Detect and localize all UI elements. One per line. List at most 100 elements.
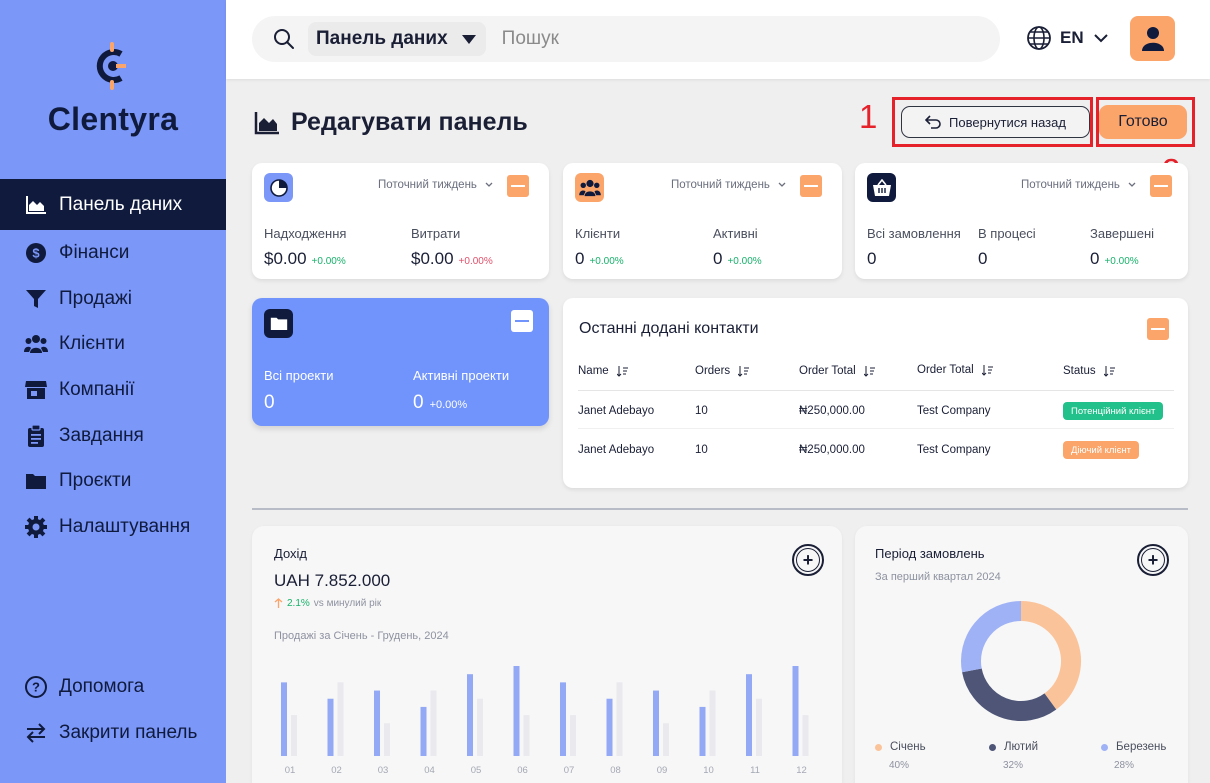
column-header-label: Order Total — [799, 365, 856, 377]
folder-icon — [24, 469, 48, 493]
stat-card-revenue: Поточний тиждень Надходження $0.00 +0.00… — [252, 163, 549, 279]
sidebar-item-label: Клієнти — [59, 333, 125, 355]
metric-change: +0.00% — [727, 256, 762, 267]
legend-item: Березень — [1101, 741, 1166, 753]
sidebar-item-label: Панель даних — [59, 193, 183, 215]
period-dropdown[interactable]: Поточний тиждень — [1021, 179, 1136, 191]
period-dropdown[interactable]: Поточний тиждень — [378, 179, 493, 191]
status-badge: Потенційний клієнт — [1063, 402, 1164, 420]
metric-change: +0.00% — [1104, 256, 1139, 267]
projects-all-value: 0 — [264, 392, 275, 413]
table-divider — [578, 428, 1174, 429]
bar — [616, 682, 623, 756]
sidebar-item-help[interactable]: ? Допомога — [0, 664, 226, 710]
bar — [709, 690, 716, 756]
sort-icon — [1103, 365, 1115, 377]
status-badge: Діючий клієнт — [1063, 441, 1140, 459]
metric-label: Надходження — [264, 226, 347, 241]
funnel-icon — [24, 287, 48, 311]
column-header-order-total[interactable]: Order Total — [799, 365, 876, 377]
remove-widget-button[interactable] — [511, 310, 533, 332]
metric-value: 0 +0.00% — [1090, 249, 1139, 269]
search-input[interactable] — [501, 28, 922, 50]
x-tick-label: 05 — [471, 765, 482, 776]
add-widget-button[interactable]: + — [792, 544, 824, 576]
bar — [699, 706, 706, 756]
add-widget-button[interactable]: + — [1137, 544, 1169, 576]
remove-widget-button[interactable] — [507, 175, 529, 197]
bar — [802, 715, 809, 756]
column-header-status[interactable]: Status — [1063, 365, 1116, 377]
users-icon — [575, 173, 604, 202]
legend-value: 40% — [889, 760, 910, 771]
sidebar-item-dashboard[interactable]: Панель даних — [0, 179, 226, 230]
bar — [384, 723, 390, 756]
metric-change: +0.00% — [589, 256, 624, 267]
x-tick-label: 10 — [703, 765, 714, 776]
column-header-orders[interactable]: Orders — [695, 365, 750, 377]
column-header-name[interactable]: Name — [578, 365, 629, 377]
bar — [477, 698, 483, 756]
search-bar: Панель даних — [252, 16, 1000, 62]
sidebar-item-sales[interactable]: Продажі — [0, 276, 226, 322]
sidebar-nav: Панель даних $ Фінанси Продажі Клієнти К… — [0, 179, 226, 550]
revenue-title: Дохід — [274, 546, 308, 561]
arrows-swap-icon — [24, 721, 48, 745]
chevron-down-icon — [1128, 182, 1136, 187]
sidebar-item-clients[interactable]: Клієнти — [0, 321, 226, 367]
chevron-down-icon — [778, 182, 786, 187]
metric-label: Клієнти — [575, 226, 621, 241]
metric-change: +0.00% — [458, 256, 493, 267]
bar — [746, 674, 752, 756]
sidebar-bottom-nav: ? Допомога Закрити панель — [0, 664, 226, 756]
legend-value: 32% — [1003, 760, 1024, 771]
x-tick-label: 11 — [750, 765, 760, 776]
bar — [467, 674, 473, 756]
avatar[interactable] — [1130, 16, 1175, 61]
legend-dot — [875, 743, 882, 751]
remove-widget-button[interactable] — [1147, 318, 1169, 340]
chart-area-icon — [254, 111, 279, 134]
sidebar-item-collapse[interactable]: Закрити панель — [0, 710, 226, 756]
sidebar-item-projects[interactable]: Проєкти — [0, 458, 226, 504]
search-scope-dropdown[interactable]: Панель даних — [308, 22, 486, 56]
bar — [281, 682, 287, 756]
cell-total: ₦250,000.00 — [799, 444, 865, 456]
svg-text:$: $ — [32, 245, 40, 260]
donut-slice — [961, 601, 1022, 673]
cell-company: Test Company — [917, 444, 991, 456]
period-label: Поточний тиждень — [378, 179, 477, 191]
sidebar: Clentyra Панель даних $ Фінанси Продажі … — [0, 0, 226, 783]
sidebar-item-label: Проєкти — [59, 470, 132, 492]
chevron-down-icon — [485, 182, 493, 187]
legend-value: 28% — [1114, 760, 1135, 771]
topbar: Панель даних EN — [226, 0, 1210, 79]
user-icon — [1141, 26, 1164, 51]
sidebar-item-tasks[interactable]: Завдання — [0, 413, 226, 459]
revenue-growth-value: 2.1% — [287, 598, 310, 609]
highlight-box-2 — [1096, 97, 1195, 147]
brand-logo[interactable]: Clentyra — [0, 40, 226, 138]
sidebar-item-settings[interactable]: Налаштування — [0, 504, 226, 550]
column-header-label: Status — [1063, 365, 1096, 377]
arrow-up-icon — [274, 598, 283, 608]
globe-icon — [1027, 26, 1051, 50]
search-icon[interactable] — [272, 27, 296, 51]
metric-value-text: 0 — [1090, 249, 1100, 268]
period-dropdown[interactable]: Поточний тиждень — [671, 179, 786, 191]
remove-widget-button[interactable] — [1150, 175, 1172, 197]
x-tick-label: 03 — [378, 765, 389, 776]
sidebar-item-finance[interactable]: $ Фінанси — [0, 230, 226, 276]
metric-value-text: $0.00 — [264, 249, 307, 268]
gear-icon — [24, 515, 48, 539]
page-title-text: Редагувати панель — [291, 108, 528, 136]
column-header-order-total-2[interactable]: Order Total — [917, 364, 994, 376]
remove-widget-button[interactable] — [800, 175, 822, 197]
sidebar-item-companies[interactable]: Компанії — [0, 367, 226, 413]
language-selector[interactable]: EN — [1026, 25, 1108, 51]
metric-label: Завершені — [1090, 226, 1155, 241]
bar — [756, 698, 762, 756]
projects-active-value-text: 0 — [413, 392, 424, 413]
projects-active-value: 0 +0.00% — [413, 392, 467, 414]
metric-value-text: 0 — [713, 249, 723, 268]
